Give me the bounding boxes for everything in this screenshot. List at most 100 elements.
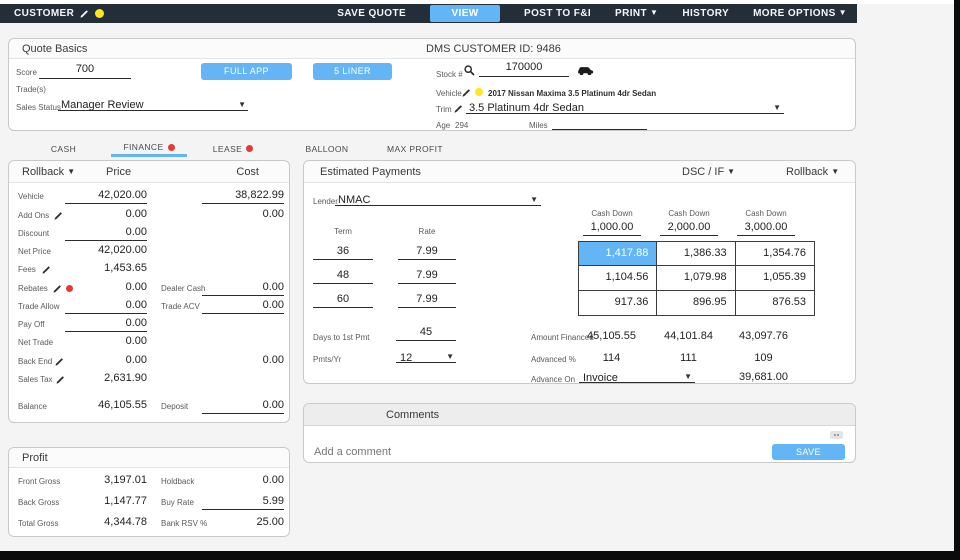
- edit-pencil-icon[interactable]: [462, 88, 471, 97]
- rollback-row-pay-off: Pay Off 0.00: [9, 317, 289, 333]
- rate-input-1[interactable]: 7.99: [398, 245, 456, 260]
- payment-cell-r2c1[interactable]: 896.95: [657, 291, 735, 315]
- lender-dropdown[interactable]: NMAC ▼: [335, 190, 541, 206]
- payment-cell-r0c0[interactable]: 1,417.88: [579, 242, 657, 266]
- estimated-payments-panel: Estimated Payments DSC / IF▼ Rollback▼ L…: [303, 160, 856, 384]
- advance-on-dropdown[interactable]: Invoice ▼: [579, 368, 695, 383]
- cash-down-input-1[interactable]: 1,000.00: [583, 221, 641, 236]
- trade-acv-input[interactable]: 0.00: [202, 299, 284, 314]
- advanced-pct-2: 111: [649, 352, 728, 364]
- chevron-down-icon: ▼: [67, 167, 75, 176]
- history-button[interactable]: HISTORY: [682, 8, 729, 19]
- amount-financed-3: 43,097.76: [724, 330, 803, 342]
- edit-pencil-icon[interactable]: [56, 375, 65, 384]
- term-input-2[interactable]: 48: [313, 269, 373, 284]
- vehicle-description: 2017 Nissan Maxima 3.5 Platinum 4dr Seda…: [488, 89, 656, 98]
- print-menu[interactable]: PRINT▼: [615, 8, 658, 19]
- buy-rate-input[interactable]: 5.99: [202, 495, 284, 510]
- back-end-price: 0.00: [65, 354, 147, 369]
- edit-pencil-icon[interactable]: [54, 211, 63, 220]
- stock-label: Stock #: [436, 70, 463, 79]
- tab-cash[interactable]: CASH: [36, 140, 91, 157]
- car-icon[interactable]: [577, 63, 594, 76]
- total-gross-value: 4,344.78: [65, 516, 147, 531]
- trim-dropdown[interactable]: 3.5 Platinum 4dr Sedan ▼: [466, 98, 784, 114]
- tab-balloon[interactable]: BALLOON: [299, 140, 355, 157]
- rollback-menu[interactable]: Rollback▼: [22, 166, 75, 178]
- payment-cell-r0c1[interactable]: 1,386.33: [657, 242, 735, 266]
- payment-cell-r1c2[interactable]: 1,055.39: [736, 266, 814, 290]
- rollback-row-sales-tax: Sales Tax 2,631.90: [9, 372, 289, 388]
- pmts-yr-dropdown[interactable]: 12 ▼: [396, 348, 456, 363]
- tab-max-profit[interactable]: MAX PROFIT: [384, 140, 446, 157]
- more-options-menu[interactable]: MORE OPTIONS▼: [753, 8, 847, 19]
- amount-financed-2: 44,101.84: [649, 330, 728, 342]
- payment-cell-r2c2[interactable]: 876.53: [736, 291, 814, 315]
- edit-pencil-icon[interactable]: [42, 265, 51, 274]
- view-button[interactable]: VIEW: [430, 5, 500, 22]
- five-liner-button[interactable]: 5 LINER: [313, 63, 392, 80]
- payment-cell-r0c2[interactable]: 1,354.76: [736, 242, 814, 266]
- discount-input[interactable]: 0.00: [65, 226, 147, 241]
- tab-lease[interactable]: LEASE: [201, 140, 265, 157]
- post-to-fi-button[interactable]: POST TO F&I: [524, 8, 591, 19]
- term-input-1[interactable]: 36: [313, 245, 373, 260]
- rollback-row-rebates: Rebates 0.00 Dealer Cash 0.00: [9, 281, 289, 297]
- days-to-first-pmt-input[interactable]: 45: [396, 326, 456, 341]
- sales-status-dropdown[interactable]: Manager Review ▼: [58, 95, 248, 111]
- cost-column-header: Cost: [236, 161, 259, 183]
- quote-basics-panel: Quote Basics DMS CUSTOMER ID: 9486 Score…: [8, 38, 856, 131]
- chevron-down-icon: ▼: [831, 167, 839, 176]
- dms-customer-id: DMS CUSTOMER ID: 9486: [426, 39, 561, 59]
- vehicle-status-dot: [475, 88, 483, 96]
- dealer-cash-input[interactable]: 0.00: [202, 281, 284, 296]
- score-input[interactable]: 700: [39, 63, 131, 79]
- profit-title: Profit: [22, 452, 48, 464]
- age-value: 294: [455, 121, 468, 130]
- sales-tax-value: 2,631.90: [65, 372, 147, 387]
- customer-menu[interactable]: CUSTOMER: [14, 8, 104, 19]
- rollback-row-back-end: Back End 0.00 0.00: [9, 354, 289, 370]
- stock-number-input[interactable]: 170000: [479, 61, 569, 77]
- back-gross-value: 1,147.77: [65, 495, 147, 510]
- dsc-if-menu[interactable]: DSC / IF▼: [682, 161, 735, 184]
- rate-input-3[interactable]: 7.99: [398, 293, 456, 308]
- quote-basics-header: Quote Basics DMS CUSTOMER ID: 9486: [9, 39, 855, 59]
- chevron-down-icon: ▼: [530, 195, 538, 204]
- score-label: Score: [16, 68, 37, 77]
- chevron-down-icon: ▼: [773, 103, 781, 112]
- pay-off-input[interactable]: 0.00: [65, 317, 147, 332]
- amount-financed-1: 45,105.55: [572, 330, 651, 342]
- edit-pencil-icon[interactable]: [53, 284, 62, 293]
- advanced-pct-3: 109: [724, 352, 803, 364]
- front-gross-value: 3,197.01: [65, 474, 147, 489]
- save-quote-button[interactable]: SAVE QUOTE: [337, 8, 406, 19]
- vehicle-cost-input[interactable]: 38,822.99: [202, 189, 284, 204]
- search-icon[interactable]: [464, 65, 475, 76]
- screen-border-right: [954, 0, 960, 560]
- rate-input-2[interactable]: 7.99: [398, 269, 456, 284]
- profit-row-total-gross: Total Gross 4,344.78 Bank RSV % 25.00: [9, 516, 289, 532]
- deposit-input[interactable]: 0.00: [202, 399, 284, 414]
- term-header: Term: [313, 227, 373, 236]
- comment-save-button[interactable]: SAVE: [772, 444, 845, 460]
- back-end-cost: 0.00: [202, 354, 284, 369]
- miles-input[interactable]: [552, 115, 647, 130]
- trade-allow-input[interactable]: 0.00: [65, 299, 147, 314]
- payment-cell-r1c0[interactable]: 1,104.56: [579, 266, 657, 290]
- profit-panel: Profit Front Gross 3,197.01 Holdback 0.0…: [8, 447, 290, 537]
- tab-finance[interactable]: FINANCE: [111, 140, 187, 157]
- payment-cell-r1c1[interactable]: 1,079.98: [657, 266, 735, 290]
- term-input-3[interactable]: 60: [313, 293, 373, 308]
- comment-input[interactable]: [314, 446, 754, 458]
- cash-down-input-2[interactable]: 2,000.00: [660, 221, 718, 236]
- payment-cell-r2c0[interactable]: 917.36: [579, 291, 657, 315]
- edit-pencil-icon[interactable]: [55, 357, 64, 366]
- net-price-value: 42,020.00: [65, 244, 147, 259]
- resize-handle-icon[interactable]: [830, 431, 843, 439]
- edit-pencil-icon[interactable]: [454, 104, 463, 113]
- vehicle-price-input[interactable]: 42,020.00: [65, 189, 147, 204]
- cash-down-input-3[interactable]: 3,000.00: [737, 221, 795, 236]
- full-app-button[interactable]: FULL APP: [201, 63, 292, 80]
- payments-rollback-menu[interactable]: Rollback▼: [786, 161, 839, 184]
